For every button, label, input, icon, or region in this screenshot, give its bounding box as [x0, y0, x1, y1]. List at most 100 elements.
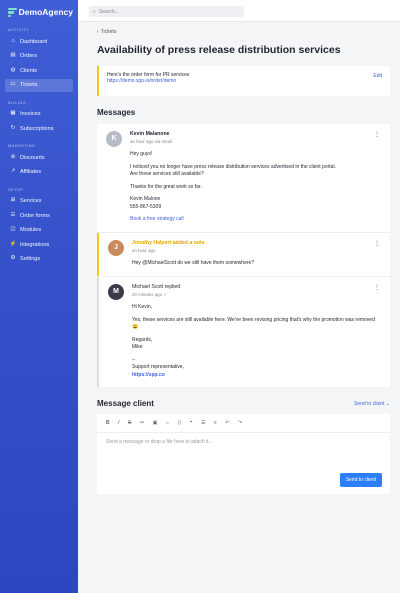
sidebar-item-order-forms[interactable]: ☰ Order forms [5, 209, 73, 222]
sidebar-item-clients[interactable]: ◍ Clients [5, 64, 73, 77]
chat-icon: ▭ [10, 81, 16, 88]
send-to-client-button[interactable]: Send to client [339, 473, 382, 488]
messages-list: K ⋮ Kevin Malanone an hour ago via email… [97, 124, 390, 388]
nav-label: Subscriptions [20, 125, 54, 132]
italic-icon[interactable]: I [118, 420, 119, 426]
logo-icon [8, 7, 17, 17]
sidebar-item-invoices[interactable]: ▦ Invoices [5, 108, 73, 121]
message-line: Hi Kevin, [132, 304, 153, 311]
app-name: DemoAgency [18, 7, 73, 17]
message-line: Thanks for the great work so far. [130, 183, 202, 190]
message-input[interactable]: Send a message or drop a file here to at… [97, 433, 390, 451]
edit-button[interactable]: Edit [373, 73, 382, 79]
order-form-link[interactable]: https://demo.spp.io/order/demo [107, 78, 176, 84]
message-line: Yes, these services are still available … [132, 316, 375, 331]
sidebar-item-settings[interactable]: ⚙ Settings [5, 253, 73, 266]
chevron-down-icon: ⌄ [385, 400, 390, 407]
message-line: -- [132, 356, 136, 363]
message-line: I noticed you no longer have press relea… [130, 163, 336, 170]
nav-label: Modules [20, 227, 42, 233]
app-logo[interactable]: DemoAgency [5, 5, 73, 19]
send-to-dropdown[interactable]: Send to client ⌄ [354, 401, 390, 407]
strategy-call-link[interactable]: Book a free strategy call [130, 216, 184, 222]
sidebar-item-affiliates[interactable]: ↗ Affiliates [5, 166, 73, 179]
gear-icon: ⚙ [10, 255, 16, 262]
ticket-description: Here's the order form for PR services ht… [97, 66, 390, 96]
message-item: K ⋮ Kevin Malanone an hour ago via email… [97, 124, 390, 232]
bold-icon[interactable]: B [106, 420, 110, 426]
avatar: K [106, 131, 122, 147]
image-icon[interactable]: ▣ [153, 420, 158, 426]
invoice-icon: ▦ [10, 110, 16, 117]
avatar: J [108, 239, 124, 256]
section-setup: Setup [8, 186, 24, 192]
nav-label: Order forms [20, 212, 50, 219]
tag-icon: ⊛ [10, 153, 16, 160]
refresh-icon: ↻ [10, 124, 16, 131]
nav-label: Affiliates [20, 169, 42, 175]
support-link[interactable]: https://spp.co [132, 372, 165, 378]
message-composer: B I S ⚯ ▣ ⌂ ⟨⟩ ❝ ☰ ≡ ↶ ↷ Send a message … [97, 414, 390, 495]
meta-time: 20 minutes ago [132, 291, 163, 297]
sidebar-item-modules[interactable]: ◫ Modules [5, 224, 73, 237]
messages-heading: Messages [97, 108, 136, 117]
more-options-icon[interactable]: ⋮ [374, 284, 380, 293]
sidebar-item-tickets[interactable]: ▭ Tickets [5, 78, 73, 92]
section-marketing: Marketing [8, 143, 36, 148]
nav-label: Integrations [20, 241, 50, 248]
redo-icon[interactable]: ↷ [238, 420, 242, 426]
bullet-list-icon[interactable]: ☰ [201, 420, 205, 426]
chart-icon: ↗ [10, 168, 16, 175]
sidebar-item-dashboard[interactable]: ⌂ Dashboard [5, 35, 73, 48]
back-label: Tickets [100, 29, 117, 35]
sidebar-item-subscriptions[interactable]: ↻ Subscriptions [5, 122, 73, 135]
message-line: Support representative, [132, 364, 184, 371]
message-author: Kevin Malanone [130, 131, 170, 137]
check-icon: ✓ [163, 291, 167, 297]
page-title: Availability of press release distributi… [97, 44, 341, 56]
nav-label: Settings [20, 256, 41, 262]
strikethrough-icon[interactable]: S [128, 420, 131, 426]
section-activity: Activity [8, 27, 30, 32]
search-icon: ⌕ [93, 8, 96, 15]
link-icon[interactable]: ⚯ [140, 420, 144, 426]
form-icon: ☰ [10, 211, 16, 218]
message-meta: 20 minutes ago ✓ [132, 292, 380, 299]
sidebar-item-services[interactable]: ⊞ Services [5, 195, 73, 208]
editor-toolbar: B I S ⚯ ▣ ⌂ ⟨⟩ ❝ ☰ ≡ ↶ ↷ [97, 414, 390, 434]
message-line: 555-867-5309 [130, 203, 162, 210]
search-input[interactable]: ⌕ Search... [89, 6, 244, 17]
grid-icon: ⊞ [10, 197, 16, 204]
message-reply: M ⋮ Michael Scott replied 20 minutes ago… [97, 276, 390, 388]
nav-label: Discounts [20, 154, 45, 161]
sidebar-item-integrations[interactable]: ⚡ Integrations [5, 238, 73, 251]
code-icon[interactable]: ⟨⟩ [177, 420, 181, 426]
more-options-icon[interactable]: ⋮ [374, 131, 380, 140]
nav-label: Dashboard [20, 38, 48, 45]
message-line: Are these services still available? [130, 171, 204, 178]
message-line: Mike [132, 344, 143, 351]
undo-icon[interactable]: ↶ [225, 420, 229, 426]
nav-label: Clients [20, 67, 38, 74]
message-meta: an hour ago [132, 247, 156, 253]
quote-icon[interactable]: ❝ [190, 420, 193, 426]
section-billing: Billing [8, 99, 27, 105]
more-options-icon[interactable]: ⋮ [374, 240, 380, 249]
back-link[interactable]: ‹ Tickets [97, 29, 390, 35]
composer-header: Message client Send to client ⌄ [97, 399, 390, 408]
chevron-left-icon: ‹ [97, 29, 99, 35]
search-placeholder: Search... [98, 8, 119, 15]
sidebar-item-orders[interactable]: ▤ Orders [5, 50, 73, 63]
nav-label: Services [20, 198, 42, 204]
message-line: Hey @MichaelScott do we still have them … [132, 260, 255, 267]
nav-label: Tickets [20, 82, 38, 88]
top-bar: ⌕ Search... [78, 0, 400, 22]
nav-label: Orders [20, 53, 38, 59]
users-icon: ◍ [10, 66, 16, 73]
avatar: M [108, 283, 124, 300]
message-note: J ⋮ Jonathy Halpert added a note an hour… [97, 232, 390, 276]
sidebar-item-discounts[interactable]: ⊛ Discounts [5, 151, 73, 164]
message-line: Regards, [132, 336, 153, 343]
attachment-icon[interactable]: ⌂ [166, 420, 169, 426]
numbered-list-icon[interactable]: ≡ [214, 420, 217, 426]
